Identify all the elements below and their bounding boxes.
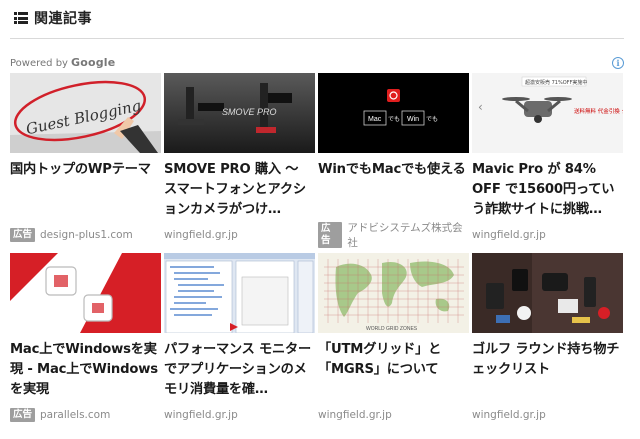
card-title[interactable]: Mac上でWindowsを実現 - Mac上でWindowsを実現	[10, 340, 161, 402]
card-title[interactable]: 「UTMグリッド」と「MGRS」について	[318, 340, 469, 402]
thumbnail-image[interactable]: 超激安販売 71%OFF実施中 ‹ 送料無料 代金引換 タイムセール	[472, 73, 623, 153]
related-card[interactable]: Mac でも Win でも WinでもMacでも使える 広告 アドビシステムズ株…	[318, 73, 469, 249]
ad-badge: 広告	[10, 228, 36, 242]
related-card[interactable]: Guest Blogging 国内トップのWPテーマ 広告 design-plu…	[10, 73, 161, 242]
thumb-mac-label: Mac	[368, 116, 382, 123]
related-card[interactable]: 超激安販売 71%OFF実施中 ‹ 送料無料 代金引換 タイムセール Mavic…	[472, 73, 623, 242]
list-icon	[14, 12, 28, 24]
thumb-caption: WORLD GRID ZONES	[366, 326, 418, 332]
card-source: wingfield.gr.jp	[318, 409, 392, 421]
thumbnail-image[interactable]	[164, 253, 315, 333]
card-title[interactable]: パフォーマンス モニターでアプリケーションのメモリ消費量を確…	[164, 340, 315, 402]
header-divider	[10, 38, 624, 39]
related-card[interactable]: SMOVE PRO SMOVE PRO 購入 ～ スマートフォンとアクションカメ…	[164, 73, 315, 242]
svg-text:‹: ‹	[478, 100, 483, 114]
thumbnail-image[interactable]	[472, 253, 623, 333]
card-title[interactable]: WinでもMacでも使える	[318, 160, 469, 222]
info-icon[interactable]: i	[612, 57, 624, 69]
thumb-banner: 超激安販売 71%OFF実施中	[525, 79, 587, 86]
related-card[interactable]: ゴルフ ラウンド持ち物チェックリスト wingfield.gr.jp	[472, 253, 623, 422]
card-source: wingfield.gr.jp	[472, 229, 546, 241]
related-card[interactable]: パフォーマンス モニターでアプリケーションのメモリ消費量を確… wingfiel…	[164, 253, 315, 422]
thumb-demo-label: でも	[388, 116, 400, 123]
ad-badge: 広告	[10, 408, 36, 422]
section-title: 関連記事	[34, 11, 92, 27]
card-source: 広告 design-plus1.com	[10, 228, 161, 242]
thumb-caption: SMOVE PRO	[222, 107, 277, 117]
card-source: wingfield.gr.jp	[164, 409, 238, 421]
thumbnail-image[interactable]: Mac でも Win でも	[318, 73, 469, 153]
card-source: 広告 アドビシステムズ株式会社	[318, 222, 469, 249]
thumbnail-image[interactable]: WORLD GRID ZONES	[318, 253, 469, 333]
thumbnail-image[interactable]	[10, 253, 161, 333]
powered-by-google: Powered by Google	[10, 56, 116, 69]
thumbnail-image[interactable]: Guest Blogging	[10, 73, 161, 153]
thumbnail-image[interactable]: SMOVE PRO	[164, 73, 315, 153]
card-title[interactable]: ゴルフ ラウンド持ち物チェックリスト	[472, 340, 623, 402]
card-source: 広告 parallels.com	[10, 408, 161, 422]
card-title[interactable]: SMOVE PRO 購入 ～ スマートフォンとアクションカメラがつけ…	[164, 160, 315, 222]
card-title[interactable]: Mavic Pro が 84% OFF で15600円っていう詐欺サイトに挑戦…	[472, 160, 623, 222]
card-source: wingfield.gr.jp	[164, 229, 238, 241]
ad-badge: 広告	[318, 222, 343, 248]
card-title[interactable]: 国内トップのWPテーマ	[10, 160, 161, 222]
card-source: wingfield.gr.jp	[472, 409, 546, 421]
thumb-demo-end-label: でも	[426, 116, 438, 123]
thumb-caption: 送料無料 代金引換 タイムセール	[574, 107, 623, 115]
related-articles-header: 関連記事	[14, 7, 92, 29]
related-card[interactable]: Mac上でWindowsを実現 - Mac上でWindowsを実現 広告 par…	[10, 253, 161, 422]
thumb-win-label: Win	[407, 116, 419, 123]
related-card[interactable]: WORLD GRID ZONES 「UTMグリッド」と「MGRS」について wi…	[318, 253, 469, 422]
